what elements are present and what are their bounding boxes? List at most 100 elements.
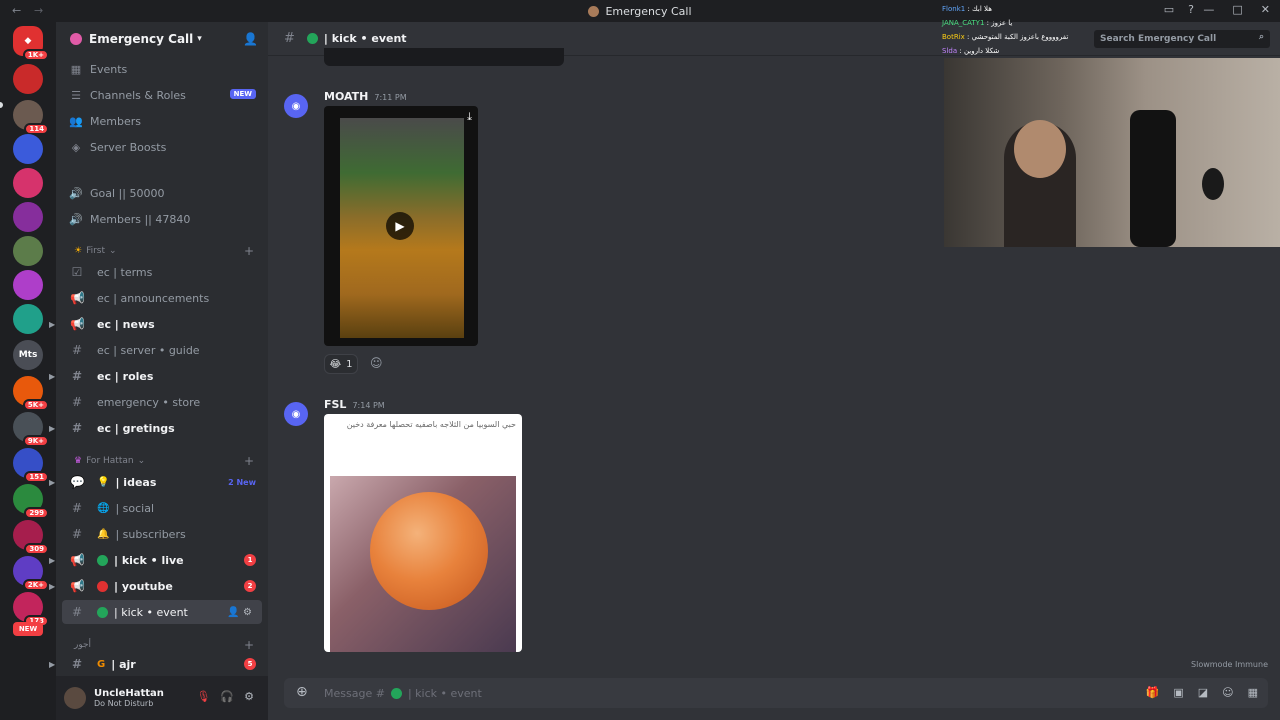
- composer-channel: | kick • event: [407, 686, 482, 700]
- inbox-icon[interactable]: ▭: [1164, 3, 1174, 16]
- stat-channel-members[interactable]: 🔊 Members || 47840: [56, 208, 268, 230]
- gift-icon[interactable]: 🎁: [1146, 686, 1160, 699]
- category-first[interactable]: ☀ First ⌄ +: [56, 242, 268, 260]
- previous-video-player[interactable]: [324, 48, 564, 66]
- guild-icon[interactable]: [13, 236, 43, 266]
- minimize-icon[interactable]: —: [1203, 3, 1214, 16]
- guild-icon[interactable]: 173: [13, 592, 49, 627]
- guild-icon[interactable]: [13, 304, 43, 334]
- guild-badge: 2K+: [22, 579, 49, 591]
- guild-icon[interactable]: 151: [13, 448, 49, 483]
- add-channel-icon[interactable]: +: [244, 244, 254, 258]
- maximize-icon[interactable]: □: [1232, 3, 1242, 16]
- nav-channels-roles[interactable]: ☰ Channels & Roles NEW: [56, 84, 268, 106]
- channel-subscribers[interactable]: # 🔔 | subscribers: [62, 522, 262, 546]
- guild-icon[interactable]: 5K+: [13, 376, 49, 411]
- embed-image: [330, 476, 516, 652]
- guild-badge: 5K+: [22, 399, 49, 411]
- channel-ajr[interactable]: ▶ # G | ajr 5: [49, 654, 262, 674]
- search-input[interactable]: Search Emergency Call ⌕: [1094, 30, 1270, 48]
- guild-icon[interactable]: 2K+: [13, 556, 49, 591]
- guild-icon[interactable]: Mts: [13, 340, 43, 370]
- stream-chat-line: Slda : شكلا داروين: [942, 44, 1102, 58]
- discord-avatar-icon[interactable]: ◉: [284, 94, 308, 118]
- guild-icon[interactable]: 9K+: [13, 412, 49, 447]
- invite-people-icon[interactable]: 👤: [243, 32, 258, 46]
- channel-social[interactable]: # 🌐 | social: [62, 496, 262, 520]
- deafen-icon[interactable]: 🎧: [220, 690, 234, 703]
- new-guild-badge[interactable]: NEW: [13, 622, 43, 636]
- add-reaction-icon[interactable]: ☺: [370, 356, 383, 370]
- hash-icon: #: [71, 369, 83, 383]
- message-author[interactable]: MOATH: [324, 90, 368, 103]
- chat-text: : شكلا داروين: [959, 47, 1000, 55]
- add-attachment-icon[interactable]: ⊕: [296, 684, 308, 700]
- add-channel-icon[interactable]: +: [244, 454, 254, 468]
- guild-badge: 299: [24, 507, 49, 519]
- guild-icon[interactable]: 114: [13, 100, 49, 135]
- hash-icon: #: [71, 395, 83, 409]
- channel-ideas[interactable]: ▶ 💬 💡 | ideas 2 New: [49, 470, 262, 494]
- channel-kick-live[interactable]: ▶ 📢 | kick • live 1: [49, 548, 262, 572]
- user-settings-icon[interactable]: ⚙: [244, 690, 254, 703]
- hash-icon: #: [71, 605, 83, 619]
- user-status: Do Not Disturb: [94, 699, 154, 708]
- guild-icon[interactable]: [13, 270, 43, 300]
- nav-server-boosts[interactable]: ◈ Server Boosts: [56, 136, 268, 158]
- nav-label: Members: [90, 114, 141, 128]
- category-for-hattan[interactable]: ♛ For Hattan ⌄ +: [56, 452, 268, 470]
- apps-icon[interactable]: ▦: [1248, 686, 1258, 699]
- stat-channel-label: Goal || 50000: [90, 186, 165, 200]
- channel-terms[interactable]: ☑ ec | terms: [62, 260, 262, 284]
- forward-arrow-icon[interactable]: →: [34, 4, 43, 17]
- channel-settings-icon[interactable]: 👤 ⚙: [227, 607, 252, 618]
- message-input[interactable]: ⊕ Message # | kick • event 🎁 ▣ ◪ ☺ ▦: [284, 678, 1268, 708]
- guild-icon[interactable]: [13, 202, 43, 232]
- back-arrow-icon[interactable]: ←: [12, 4, 21, 17]
- help-icon[interactable]: ?: [1188, 3, 1194, 16]
- chat-text: : يا عزوز: [986, 19, 1013, 27]
- image-attachment[interactable]: حبي السوبيا من الثلاجه باصفيه تحصلها معر…: [324, 414, 522, 652]
- discord-avatar-icon[interactable]: ◉: [284, 402, 308, 426]
- guild-icon[interactable]: 299: [13, 484, 49, 519]
- caret-right-icon: ▶: [49, 371, 56, 381]
- channel-store[interactable]: # emergency • store: [62, 390, 262, 414]
- message-author[interactable]: FSL: [324, 398, 346, 411]
- channel-roles[interactable]: ▶ # ec | roles: [49, 364, 262, 388]
- play-icon[interactable]: ▶: [386, 212, 414, 240]
- channel-news[interactable]: ▶ 📢 ec | news: [49, 312, 262, 336]
- channel-youtube[interactable]: ▶ 📢 | youtube 2: [49, 574, 262, 598]
- stat-channel-goal[interactable]: 🔊 Goal || 50000: [56, 182, 268, 204]
- add-channel-icon[interactable]: +: [244, 638, 254, 652]
- emoji-icon[interactable]: ☺: [1222, 686, 1233, 699]
- download-icon[interactable]: ⤓: [467, 110, 472, 124]
- caret-right-icon: ▶: [49, 581, 56, 591]
- composer-placeholder: Message #: [324, 686, 385, 700]
- megaphone-icon: 📢: [70, 553, 85, 567]
- avatar[interactable]: [64, 687, 86, 709]
- sticker-icon[interactable]: ◪: [1198, 686, 1208, 699]
- guild-icon[interactable]: [13, 64, 43, 94]
- chevron-down-icon: ⌄: [109, 246, 117, 256]
- video-attachment[interactable]: ▶ ⤓: [324, 106, 478, 346]
- close-icon[interactable]: ✕: [1261, 3, 1270, 16]
- channel-guide[interactable]: # ec | server • guide: [62, 338, 262, 362]
- nav-members[interactable]: 👥 Members: [56, 110, 268, 132]
- nav-events[interactable]: ▦ Events: [56, 58, 268, 80]
- server-header[interactable]: Emergency Call ▾ 👤: [56, 22, 268, 56]
- guild-icon[interactable]: [13, 134, 43, 164]
- guild-icon[interactable]: [13, 168, 43, 198]
- nav-label: Server Boosts: [90, 140, 167, 154]
- category-ajr[interactable]: أجور +: [56, 636, 268, 654]
- channel-greetings[interactable]: ▶ # ec | gretings: [49, 416, 262, 440]
- chat-user: Slda: [942, 47, 958, 55]
- channel-kick-event[interactable]: # | kick • event 👤 ⚙: [62, 600, 262, 624]
- mute-mic-icon[interactable]: 🎙: [196, 690, 210, 703]
- channel-label: | ajr: [111, 657, 136, 671]
- guild-icon[interactable]: 309: [13, 520, 49, 555]
- gif-icon[interactable]: ▣: [1173, 686, 1183, 699]
- direct-messages-icon[interactable]: ◆ 1K+: [13, 26, 49, 61]
- hash-icon: #: [71, 343, 83, 357]
- channel-announcements[interactable]: 📢 ec | announcements: [62, 286, 262, 310]
- reaction-button[interactable]: 😂 1: [324, 354, 358, 374]
